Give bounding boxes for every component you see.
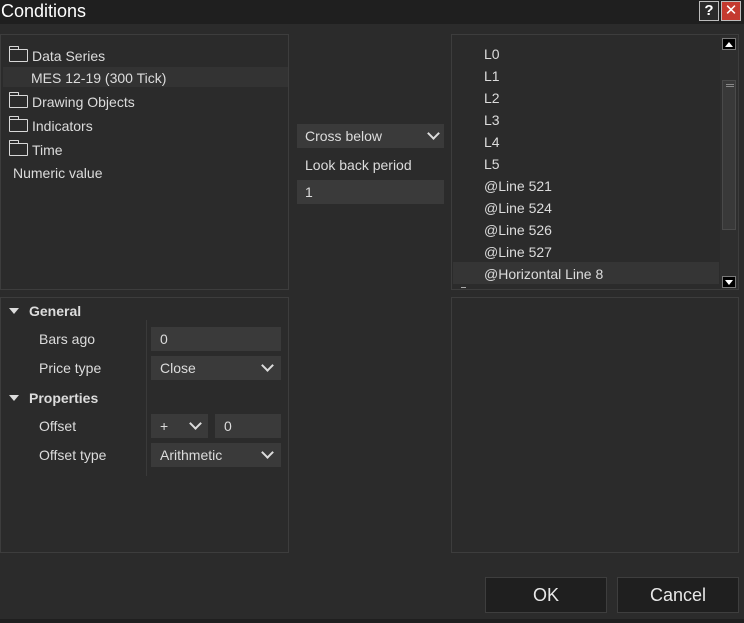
chevron-down-icon — [261, 446, 274, 459]
arrow-down-icon — [725, 280, 733, 285]
tree-item-indicators[interactable]: Indicators — [9, 116, 93, 136]
offset-input[interactable]: 0 — [215, 414, 281, 438]
tree-item-time[interactable]: Time — [9, 140, 63, 160]
bars-ago-label: Bars ago — [39, 331, 96, 347]
data-source-tree: Data Series MES 12-19 (300 Tick) Drawing… — [0, 34, 289, 290]
list-item[interactable]: L4 — [484, 131, 500, 153]
target-list: L0 L1 L2 L3 L4 L5 @Line 521 @Line 524 @L… — [451, 34, 739, 290]
tree-item-label: MES 12-19 (300 Tick) — [31, 70, 167, 86]
cancel-button[interactable]: Cancel — [617, 577, 739, 613]
help-button[interactable]: ? — [699, 1, 719, 21]
bars-ago-value: 0 — [160, 331, 168, 347]
lookback-input[interactable]: 1 — [297, 180, 444, 204]
list-item[interactable]: @Line 527 — [484, 241, 552, 263]
close-icon: ✕ — [724, 2, 738, 19]
list-item[interactable]: @Line 526 — [484, 219, 552, 241]
offset-sign-select[interactable]: + — [151, 414, 208, 438]
properties-panel: General Bars ago 0 Price type Close Prop… — [0, 297, 289, 553]
grip-line — [726, 84, 734, 85]
list-item-selected[interactable]: @Horizontal Line 8 — [484, 263, 603, 285]
tree-item-label: Data Series — [32, 48, 106, 64]
offset-type-value: Arithmetic — [160, 447, 223, 463]
scroll-up-button[interactable] — [722, 38, 736, 50]
tree-item-label: Indicators — [32, 118, 93, 134]
list-overflow-marker — [461, 287, 466, 288]
scroll-thumb[interactable] — [722, 80, 736, 230]
title-bar: Conditions ? ✕ — [0, 0, 744, 24]
list-item[interactable]: L2 — [484, 87, 500, 109]
collapse-triangle-icon — [9, 395, 19, 401]
chevron-down-icon — [189, 417, 202, 430]
price-type-value: Close — [160, 360, 196, 376]
tree-item-label: Numeric value — [13, 165, 103, 181]
folder-icon — [9, 140, 28, 156]
list-item[interactable]: @Line 524 — [484, 197, 552, 219]
operator-select[interactable]: Cross below — [297, 124, 444, 148]
section-title: General — [29, 303, 82, 319]
offset-type-label: Offset type — [39, 447, 107, 463]
section-title: Properties — [29, 390, 99, 406]
folder-icon — [9, 46, 28, 62]
offset-type-select[interactable]: Arithmetic — [151, 443, 281, 467]
offset-label: Offset — [39, 418, 77, 434]
chevron-down-icon — [427, 127, 440, 140]
list-item[interactable]: L1 — [484, 65, 500, 87]
list-item[interactable]: L5 — [484, 153, 500, 175]
tree-item-data-series[interactable]: Data Series — [9, 46, 105, 66]
price-type-label: Price type — [39, 360, 102, 376]
window-bottom-edge — [0, 619, 744, 623]
tree-item-label: Time — [32, 142, 63, 158]
section-properties[interactable]: Properties — [9, 387, 98, 409]
collapse-triangle-icon — [9, 308, 19, 314]
list-item[interactable]: L0 — [484, 43, 500, 65]
lookback-value: 1 — [305, 184, 313, 200]
tree-item-mes-series[interactable]: MES 12-19 (300 Tick) — [31, 68, 166, 88]
ok-button[interactable]: OK — [485, 577, 607, 613]
folder-icon — [9, 116, 28, 132]
offset-value: 0 — [224, 418, 232, 434]
lookback-label: Look back period — [305, 157, 412, 173]
arrow-up-icon — [725, 42, 733, 47]
preview-panel — [451, 297, 739, 553]
operator-value: Cross below — [305, 128, 383, 144]
chevron-down-icon — [261, 359, 274, 372]
folder-icon — [9, 92, 28, 108]
vertical-scrollbar[interactable] — [720, 36, 738, 289]
grip-line — [726, 86, 734, 87]
window-title: Conditions — [1, 1, 87, 21]
scroll-down-button[interactable] — [722, 276, 736, 288]
list-item[interactable]: @Line 521 — [484, 175, 552, 197]
tree-item-label: Drawing Objects — [32, 94, 135, 110]
tree-item-drawing-objects[interactable]: Drawing Objects — [9, 92, 135, 112]
list-item[interactable]: L3 — [484, 109, 500, 131]
close-button[interactable]: ✕ — [721, 1, 741, 21]
property-divider — [146, 320, 147, 476]
tree-item-numeric-value[interactable]: Numeric value — [13, 163, 102, 183]
section-general[interactable]: General — [9, 300, 81, 322]
bars-ago-input[interactable]: 0 — [151, 327, 281, 351]
price-type-select[interactable]: Close — [151, 356, 281, 380]
offset-sign-value: + — [160, 418, 169, 434]
